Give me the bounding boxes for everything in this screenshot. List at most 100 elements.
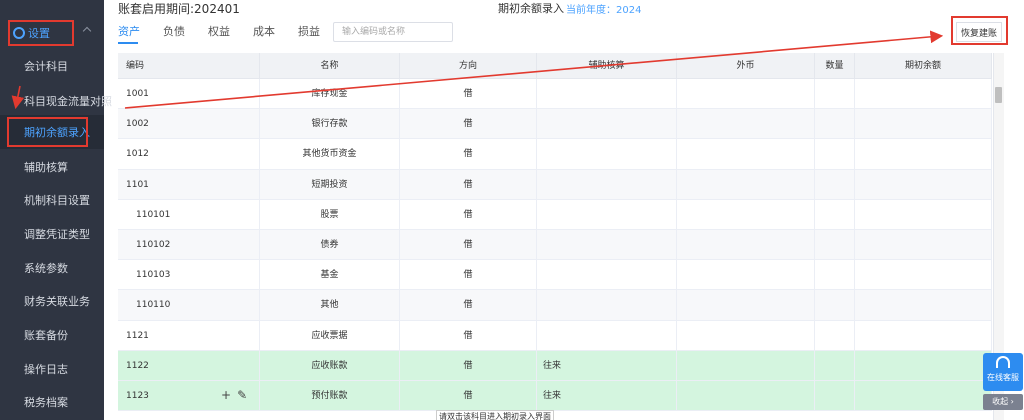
direction-cell[interactable]: 借 bbox=[400, 380, 537, 411]
table-row[interactable]: 1121 应收票据借 bbox=[118, 320, 992, 351]
restore-setup-button[interactable]: 恢复建账 bbox=[956, 22, 1002, 42]
auxiliary-cell[interactable] bbox=[537, 139, 677, 169]
code-cell[interactable]: 110102 bbox=[118, 229, 260, 260]
auxiliary-cell[interactable] bbox=[537, 199, 677, 229]
foreign-currency-cell[interactable] bbox=[677, 139, 815, 169]
quantity-cell[interactable] bbox=[815, 260, 855, 290]
tab-liabilities[interactable]: 负债 bbox=[163, 24, 208, 44]
foreign-currency-cell[interactable] bbox=[677, 79, 815, 109]
auxiliary-cell[interactable] bbox=[537, 320, 677, 350]
add-icon[interactable]: + bbox=[221, 388, 231, 402]
foreign-currency-cell[interactable] bbox=[677, 199, 815, 229]
direction-cell[interactable]: 借 bbox=[400, 260, 537, 290]
opening-balance-cell[interactable] bbox=[855, 79, 992, 109]
code-cell[interactable]: 1002 bbox=[118, 109, 260, 139]
foreign-currency-cell[interactable] bbox=[677, 109, 815, 139]
column-header[interactable]: 编码 bbox=[118, 53, 260, 78]
code-cell[interactable]: 1101 bbox=[118, 169, 260, 199]
column-header[interactable]: 名称 bbox=[260, 53, 400, 78]
name-cell[interactable]: 银行存款 bbox=[260, 109, 400, 139]
table-row[interactable]: 110110 其他借 bbox=[118, 290, 992, 321]
quantity-cell[interactable] bbox=[815, 290, 855, 320]
auxiliary-cell[interactable] bbox=[537, 290, 677, 320]
direction-cell[interactable]: 借 bbox=[400, 109, 537, 139]
sidebar-settings-menu[interactable]: 设置 bbox=[8, 20, 74, 46]
direction-cell[interactable]: 借 bbox=[400, 320, 537, 350]
code-cell[interactable]: 1001 bbox=[118, 79, 260, 109]
quantity-cell[interactable] bbox=[815, 350, 855, 380]
quantity-cell[interactable] bbox=[815, 139, 855, 169]
foreign-currency-cell[interactable] bbox=[677, 350, 815, 380]
table-row[interactable]: 1123 预付账款借往来 + ✎ bbox=[118, 380, 992, 412]
quantity-cell[interactable] bbox=[815, 229, 855, 260]
opening-balance-cell[interactable] bbox=[855, 169, 992, 199]
name-cell[interactable]: 债券 bbox=[260, 229, 400, 260]
direction-cell[interactable]: 借 bbox=[400, 290, 537, 320]
foreign-currency-cell[interactable] bbox=[677, 320, 815, 350]
name-cell[interactable]: 股票 bbox=[260, 199, 400, 229]
foreign-currency-cell[interactable] bbox=[677, 169, 815, 199]
code-cell[interactable]: 110101 bbox=[118, 199, 260, 229]
opening-balance-cell[interactable] bbox=[855, 380, 992, 411]
table-row[interactable]: 1001 库存现金借 bbox=[118, 79, 992, 110]
sidebar-item-operation-log[interactable]: 操作日志 bbox=[0, 352, 104, 386]
search-input[interactable] bbox=[333, 22, 453, 42]
auxiliary-cell[interactable]: 往来 bbox=[537, 350, 677, 380]
quantity-cell[interactable] bbox=[815, 380, 855, 411]
tab-equity[interactable]: 权益 bbox=[208, 24, 253, 44]
sidebar-item-system-params[interactable]: 系统参数 bbox=[0, 251, 104, 285]
column-header[interactable]: 辅助核算 bbox=[537, 53, 677, 78]
opening-balance-cell[interactable] bbox=[855, 229, 992, 260]
quantity-cell[interactable] bbox=[815, 79, 855, 109]
table-row[interactable]: 110103 基金借 bbox=[118, 260, 992, 291]
opening-balance-cell[interactable] bbox=[855, 350, 992, 380]
foreign-currency-cell[interactable] bbox=[677, 229, 815, 260]
sidebar-item-accounts[interactable]: 会计科目 bbox=[0, 49, 104, 83]
tab-assets[interactable]: 资产 bbox=[118, 24, 163, 44]
sidebar-item-tax-archive[interactable]: 税务档案 bbox=[0, 385, 104, 419]
name-cell[interactable]: 短期投资 bbox=[260, 169, 400, 199]
sidebar-item-auxiliary[interactable]: 辅助核算 bbox=[0, 150, 104, 184]
auxiliary-cell[interactable] bbox=[537, 229, 677, 260]
code-cell[interactable]: 1121 bbox=[118, 320, 260, 350]
direction-cell[interactable]: 借 bbox=[400, 229, 537, 260]
column-header[interactable]: 数量 bbox=[815, 53, 855, 78]
direction-cell[interactable]: 借 bbox=[400, 139, 537, 169]
opening-balance-cell[interactable] bbox=[855, 320, 992, 350]
name-cell[interactable]: 预付账款 bbox=[260, 380, 400, 411]
foreign-currency-cell[interactable] bbox=[677, 290, 815, 320]
sidebar-item-related-business[interactable]: 财务关联业务 bbox=[0, 284, 104, 318]
code-cell[interactable]: 110103 bbox=[118, 260, 260, 290]
sidebar-item-mechanism-accounts[interactable]: 机制科目设置 bbox=[0, 183, 104, 217]
table-row[interactable]: 110102 债券借 bbox=[118, 229, 992, 261]
foreign-currency-cell[interactable] bbox=[677, 380, 815, 411]
direction-cell[interactable]: 借 bbox=[400, 199, 537, 229]
auxiliary-cell[interactable] bbox=[537, 169, 677, 199]
quantity-cell[interactable] bbox=[815, 199, 855, 229]
table-row[interactable]: 1002 银行存款借 bbox=[118, 109, 992, 140]
sidebar-item-cashflow-mapping[interactable]: 科目现金流量对照 bbox=[0, 84, 112, 118]
auxiliary-cell[interactable]: 往来 bbox=[537, 380, 677, 411]
name-cell[interactable]: 应收账款 bbox=[260, 350, 400, 380]
name-cell[interactable]: 基金 bbox=[260, 260, 400, 290]
quantity-cell[interactable] bbox=[815, 109, 855, 139]
opening-balance-cell[interactable] bbox=[855, 109, 992, 139]
sidebar-item-backup[interactable]: 账套备份 bbox=[0, 318, 104, 352]
direction-cell[interactable]: 借 bbox=[400, 79, 537, 109]
scrollbar-thumb[interactable] bbox=[995, 87, 1002, 103]
direction-cell[interactable]: 借 bbox=[400, 350, 537, 380]
auxiliary-cell[interactable] bbox=[537, 109, 677, 139]
direction-cell[interactable]: 借 bbox=[400, 169, 537, 199]
column-header[interactable]: 外币 bbox=[677, 53, 815, 78]
table-row[interactable]: 1012 其他货币资金借 bbox=[118, 139, 992, 170]
column-header[interactable]: 方向 bbox=[400, 53, 537, 78]
auxiliary-cell[interactable] bbox=[537, 260, 677, 290]
opening-balance-cell[interactable] bbox=[855, 139, 992, 169]
chevron-up-icon[interactable] bbox=[82, 26, 92, 36]
opening-balance-cell[interactable] bbox=[855, 260, 992, 290]
auxiliary-cell[interactable] bbox=[537, 79, 677, 109]
table-row[interactable]: 1101 短期投资借 bbox=[118, 169, 992, 200]
code-cell[interactable]: 1012 bbox=[118, 139, 260, 169]
code-cell[interactable]: 1122 bbox=[118, 350, 260, 380]
table-row[interactable]: 110101 股票借 bbox=[118, 199, 992, 230]
